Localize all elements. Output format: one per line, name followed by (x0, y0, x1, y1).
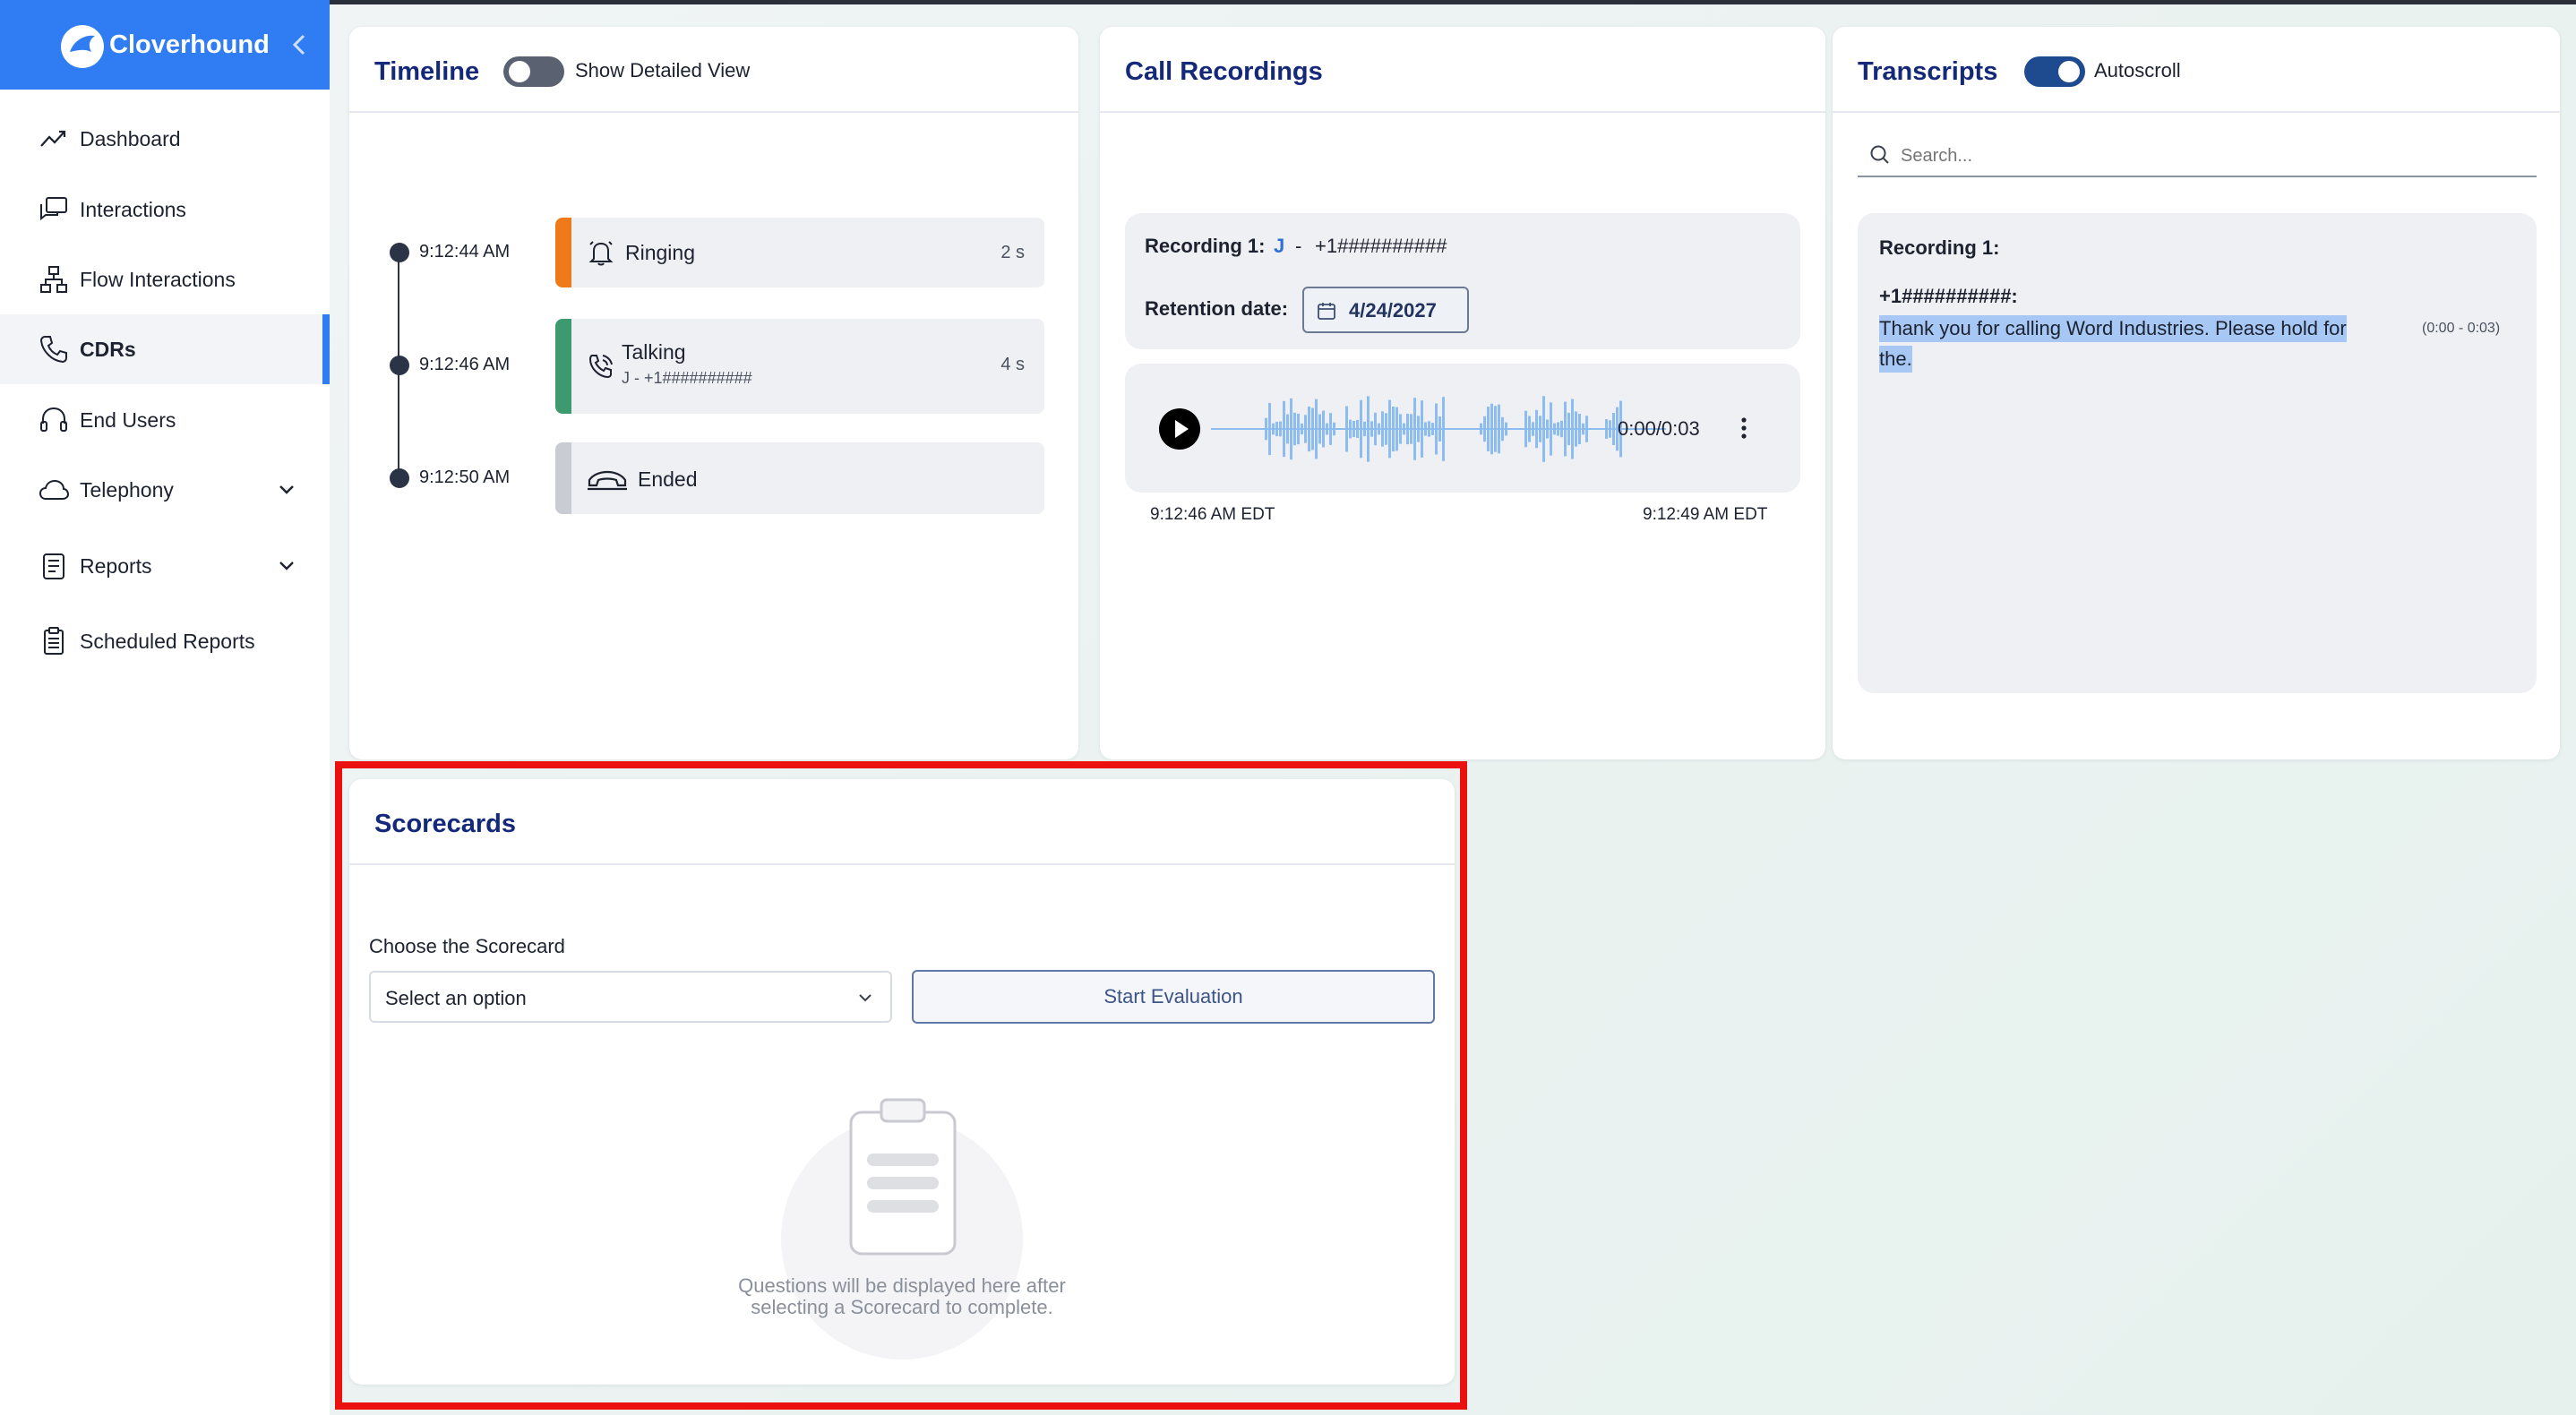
recording-separator: - (1295, 235, 1302, 257)
bell-icon (586, 237, 616, 268)
sidebar-item-label: Flow Interactions (80, 267, 236, 291)
sidebar-item-dashboard[interactable]: Dashboard (0, 104, 330, 174)
top-divider (330, 0, 2576, 4)
headset-icon (38, 404, 70, 436)
brand-name: Cloverhound (109, 30, 270, 59)
search-underline (1858, 176, 2537, 177)
transcripts-title: Transcripts (1858, 57, 1998, 86)
recordings-header: Call Recordings (1100, 27, 1825, 113)
timeline-event-talking: Talking J - +1########## 4 s (555, 319, 1044, 414)
phone-hangup-icon (586, 462, 629, 493)
sidebar-item-scheduled-reports[interactable]: Scheduled Reports (0, 606, 330, 676)
recording-number: +1########## (1315, 235, 1447, 257)
sidebar-item-cdrs[interactable]: CDRs (0, 314, 330, 384)
chat-bubbles-icon (38, 193, 70, 226)
retention-label: Retention date: (1145, 297, 1289, 320)
audio-player: 0:00/0:03 (1125, 364, 1800, 493)
highlight-frame (335, 761, 1467, 1410)
transcript-search-input[interactable] (1901, 142, 2528, 170)
toggle-knob (2058, 61, 2080, 82)
timeline-dot (390, 468, 409, 488)
toggle-knob (509, 61, 530, 82)
timeline-title: Timeline (374, 57, 480, 86)
search-icon (1868, 143, 1892, 167)
sidebar-item-label: Scheduled Reports (80, 629, 255, 653)
timeline-time: 9:12:50 AM (419, 467, 511, 487)
detailed-view-toggle[interactable] (503, 56, 564, 87)
transcript-line[interactable]: Thank you for calling Word Industries. P… (1879, 315, 2347, 342)
retention-date-picker[interactable]: 4/24/2027 (1302, 287, 1469, 333)
sidebar-item-telephony[interactable]: Telephony (0, 455, 330, 525)
brand-bar: Cloverhound (0, 0, 330, 90)
waveform[interactable] (1211, 390, 1666, 467)
phone-talking-icon (586, 351, 616, 382)
sidebar-item-label: Telephony (80, 477, 174, 502)
timeline-event-label: Talking (622, 340, 686, 364)
transcript-speaker: +1##########: (1879, 285, 2018, 307)
clipboard-list-icon (38, 625, 70, 657)
recording-end-time: 9:12:49 AM EDT (1643, 505, 1768, 524)
sidebar-item-label: Dashboard (80, 126, 181, 150)
recordings-title: Call Recordings (1125, 57, 1323, 86)
sidebar: Cloverhound Dashboard Interactions Flow … (0, 0, 330, 1415)
autoscroll-label: Autoscroll (2094, 59, 2181, 81)
chevron-down-icon[interactable] (274, 477, 299, 502)
timeline-event-duration: 2 s (1000, 243, 1025, 262)
sidebar-item-label: End Users (80, 407, 176, 432)
recording-start-time: 9:12:46 AM EDT (1150, 505, 1275, 524)
chevron-down-icon[interactable] (274, 553, 299, 579)
autoscroll-toggle[interactable] (2024, 56, 2085, 87)
timeline-event-ended: Ended (555, 442, 1044, 514)
sidebar-item-label: CDRs (80, 337, 136, 361)
timeline-header: Timeline Show Detailed View (349, 27, 1078, 113)
status-stripe (555, 218, 571, 287)
cloud-icon (38, 474, 70, 506)
timeline-event-sub: J - +1########## (622, 369, 752, 387)
timeline-dot (390, 243, 409, 262)
recording-label: Recording 1: (1145, 235, 1266, 257)
timeline-time: 9:12:44 AM (419, 242, 511, 262)
sidebar-item-label: Reports (80, 553, 152, 578)
status-stripe (555, 319, 571, 414)
sidebar-item-flow-interactions[interactable]: Flow Interactions (0, 244, 330, 314)
transcript-panel: Recording 1: +1##########: Thank you for… (1858, 213, 2537, 693)
recording-agent[interactable]: J (1274, 235, 1284, 258)
play-icon (1175, 420, 1189, 438)
timeline-event-ringing: Ringing 2 s (555, 218, 1044, 287)
play-button[interactable] (1159, 408, 1200, 450)
sidebar-item-interactions[interactable]: Interactions (0, 175, 330, 244)
sidebar-item-reports[interactable]: Reports (0, 531, 330, 601)
transcript-line[interactable]: the. (1879, 346, 1912, 373)
transcripts-header: Transcripts Autoscroll (1833, 27, 2560, 113)
flow-chart-icon (38, 263, 70, 296)
transcript-recording-label: Recording 1: (1879, 236, 2000, 259)
transcript-timestamp: (0:00 - 0:03) (2422, 321, 2501, 336)
timeline-event-duration: 4 s (1000, 355, 1025, 374)
calendar-icon (1317, 301, 1336, 321)
timeline-event-label: Ended (638, 467, 698, 491)
more-options-icon[interactable] (1738, 412, 1750, 444)
sidebar-item-end-users[interactable]: End Users (0, 385, 330, 455)
timeline-event-label: Ringing (625, 241, 695, 264)
retention-date: 4/24/2027 (1349, 299, 1437, 322)
report-phone-icon (38, 550, 70, 582)
cloverhound-logo-icon[interactable] (61, 25, 104, 68)
detailed-view-label: Show Detailed View (575, 59, 751, 81)
timeline-time: 9:12:46 AM (419, 355, 511, 374)
player-time: 0:00/0:03 (1618, 417, 1700, 440)
sidebar-item-label: Interactions (80, 197, 186, 221)
collapse-sidebar-icon[interactable] (288, 29, 310, 61)
phone-icon (38, 333, 70, 365)
recording-meta: Recording 1: J - +1########## Retention … (1125, 213, 1800, 349)
status-stripe (555, 442, 571, 514)
trend-line-icon (38, 123, 70, 155)
timeline-dot (390, 356, 409, 375)
